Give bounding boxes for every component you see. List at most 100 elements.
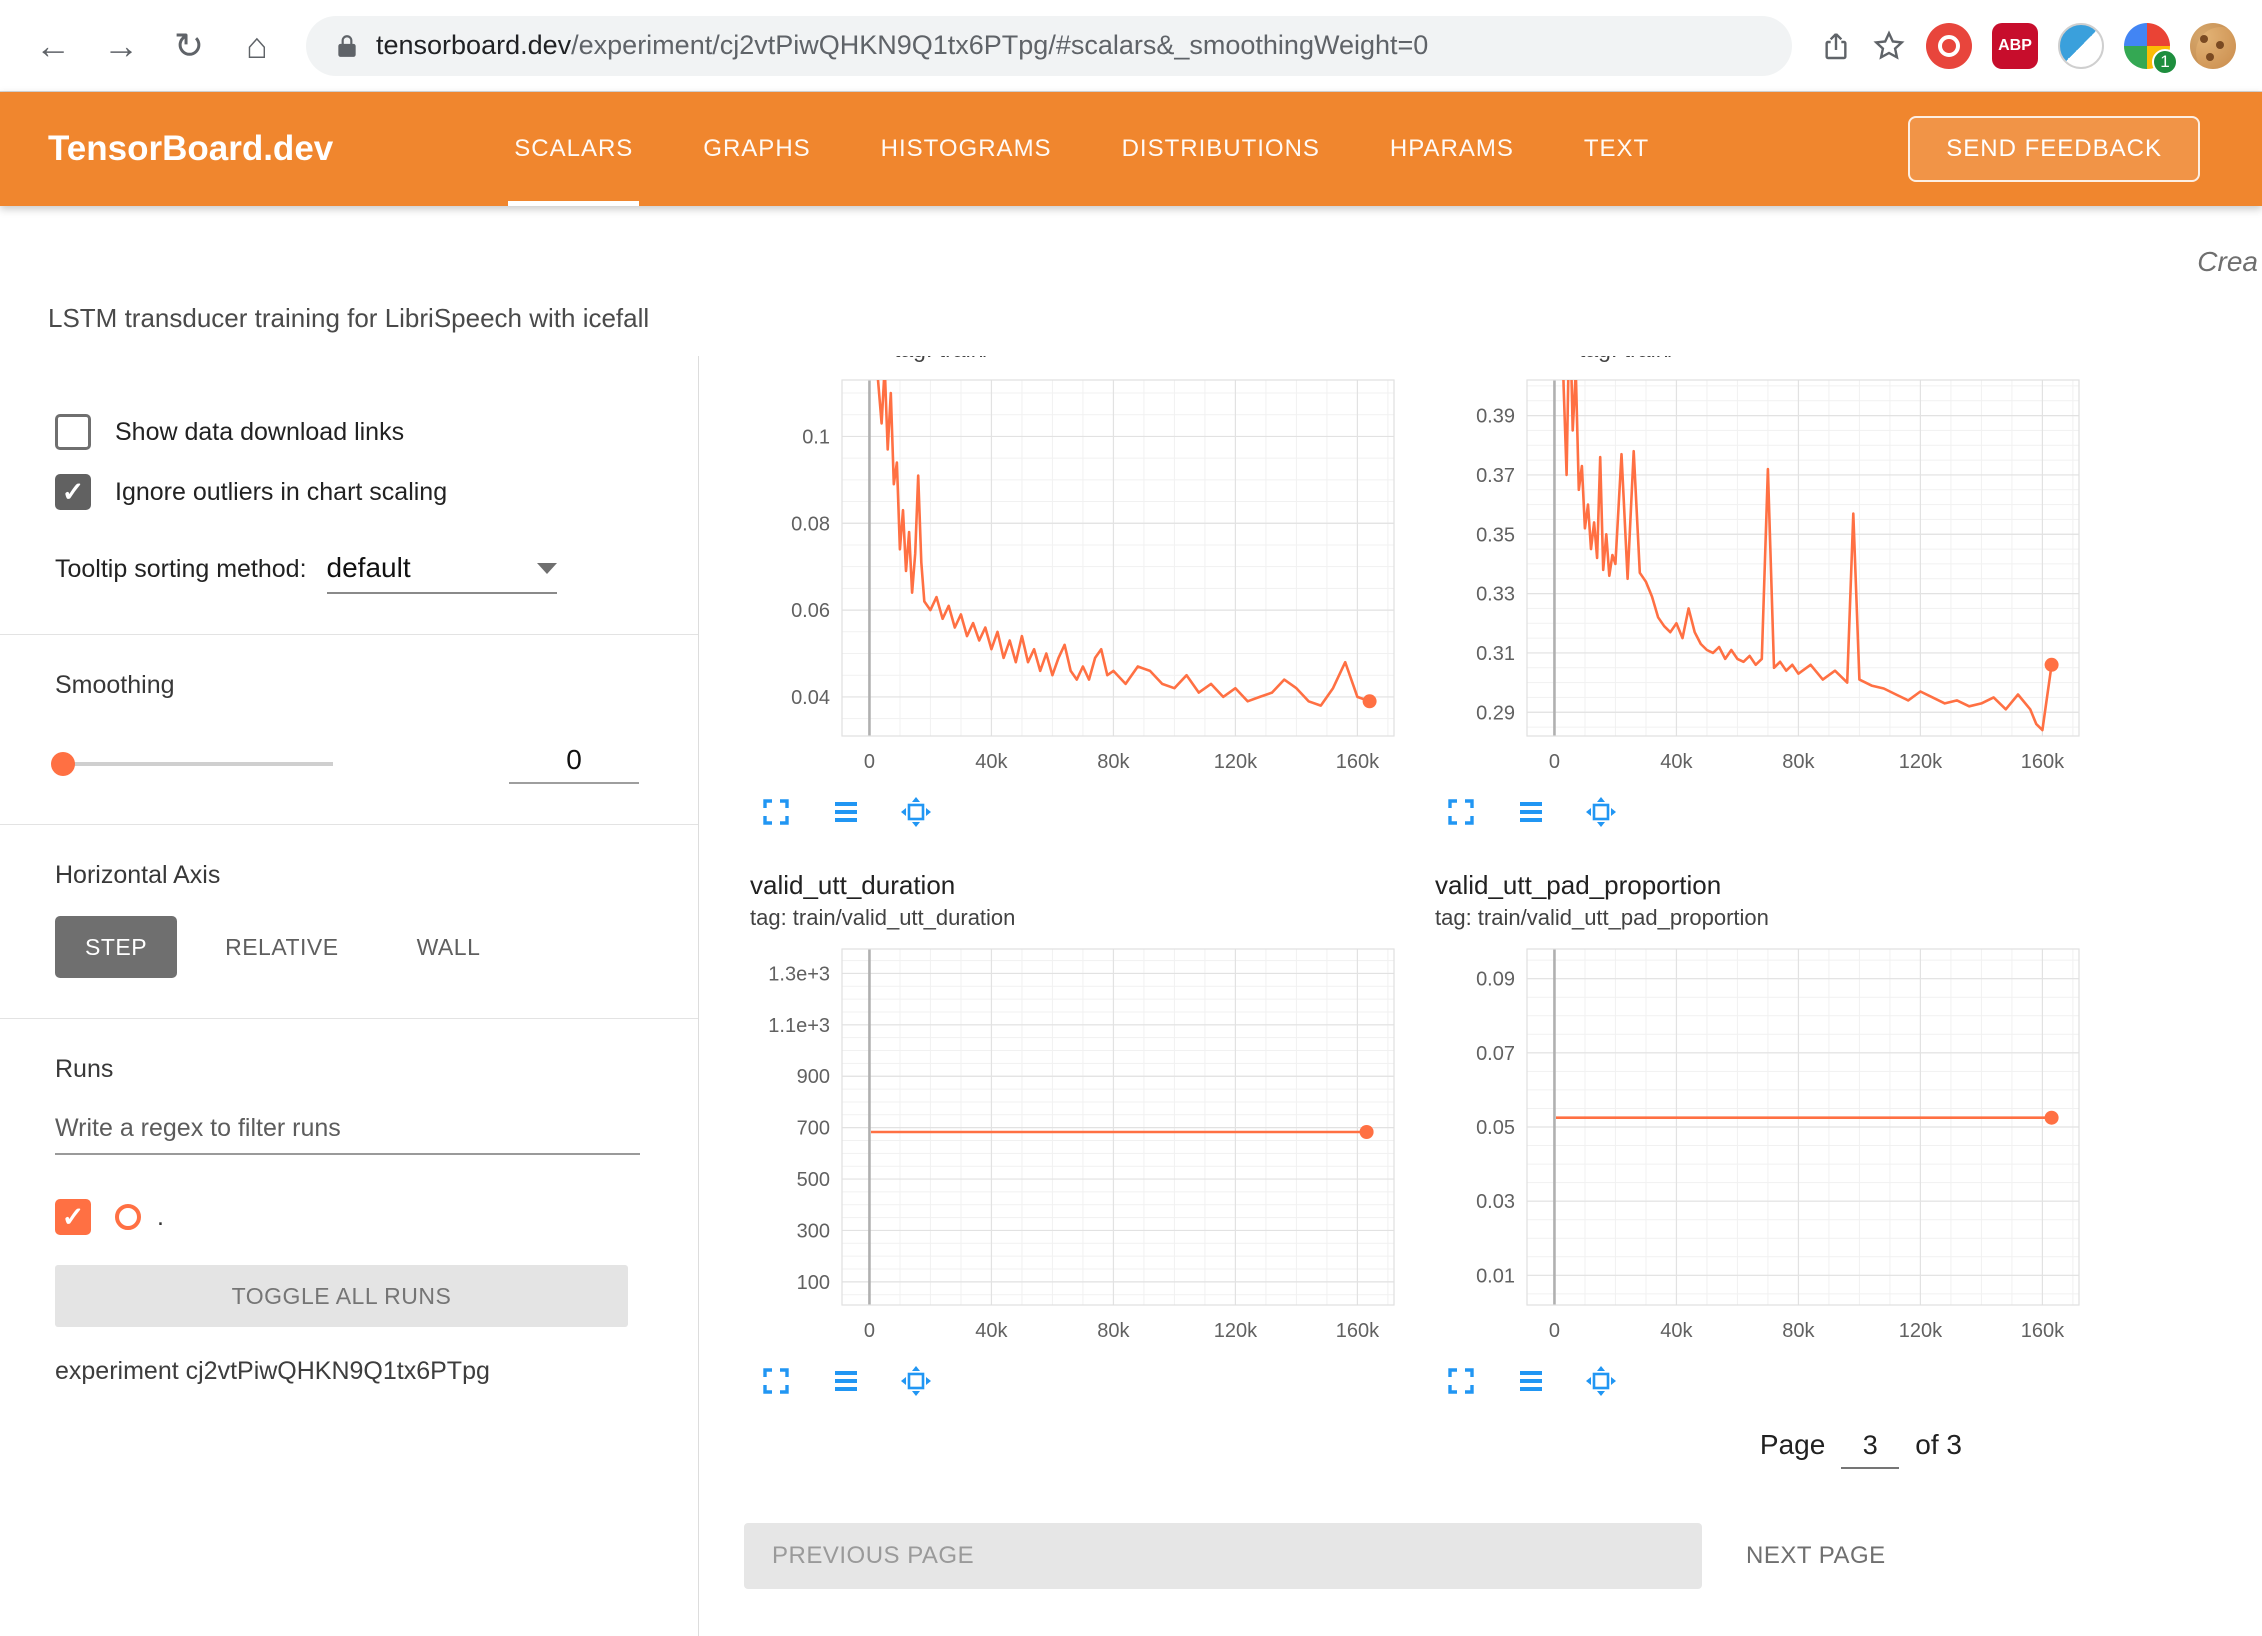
share-icon[interactable]: [1820, 30, 1852, 62]
svg-text:0.05: 0.05: [1476, 1117, 1515, 1139]
pagination: Page of 3: [744, 1429, 1962, 1469]
svg-text:80k: 80k: [1097, 1320, 1130, 1342]
page-label: Page: [1760, 1429, 1825, 1461]
scalar-chart[interactable]: 040k80k120k160k1003005007009001.1e+31.3e…: [744, 939, 1399, 1357]
smoothing-label: Smoothing: [55, 671, 698, 700]
forward-icon[interactable]: →: [94, 19, 148, 73]
divider: [0, 824, 698, 825]
cookie-extension-icon[interactable]: [2190, 23, 2236, 69]
svg-text:40k: 40k: [975, 1320, 1008, 1342]
fullscreen-icon[interactable]: [760, 1365, 792, 1397]
fullscreen-icon[interactable]: [1445, 796, 1477, 828]
send-feedback-button[interactable]: SEND FEEDBACK: [1908, 116, 2200, 182]
runs-menu-icon[interactable]: [830, 1365, 862, 1397]
svg-text:1.3e+3: 1.3e+3: [768, 963, 830, 985]
fullscreen-icon[interactable]: [760, 796, 792, 828]
fullscreen-icon[interactable]: [1445, 1365, 1477, 1397]
back-icon[interactable]: ←: [26, 19, 80, 73]
abp-extension-icon[interactable]: ABP: [1992, 23, 2038, 69]
chart-card-0: tag: train/ 040k80k120k160k0.040.060.080…: [744, 356, 1399, 832]
previous-page-button[interactable]: PREVIOUS PAGE: [744, 1523, 1702, 1589]
run-checkbox[interactable]: ✓: [55, 1199, 91, 1235]
tab-text[interactable]: TEXT: [1578, 92, 1655, 206]
svg-text:80k: 80k: [1782, 751, 1815, 773]
runs-label: Runs: [55, 1055, 698, 1084]
svg-text:0: 0: [864, 1320, 875, 1342]
svg-text:0.08: 0.08: [791, 513, 830, 535]
runs-menu-icon[interactable]: [830, 796, 862, 828]
fit-data-icon[interactable]: [900, 1365, 932, 1397]
svg-text:0.33: 0.33: [1476, 584, 1515, 606]
horizontal-axis-label: Horizontal Axis: [55, 861, 698, 890]
svg-text:0.29: 0.29: [1476, 702, 1515, 724]
bookmark-star-icon[interactable]: [1872, 29, 1906, 63]
app-logo[interactable]: TensorBoard.dev: [48, 92, 333, 206]
url-text: tensorboard.dev/experiment/cj2vtPiwQHKN9…: [376, 30, 1428, 61]
lock-icon: [334, 31, 360, 61]
next-page-button[interactable]: NEXT PAGE: [1746, 1542, 1886, 1570]
fit-data-icon[interactable]: [1585, 1365, 1617, 1397]
chevron-down-icon: [537, 563, 557, 574]
svg-text:0.1: 0.1: [802, 426, 830, 448]
smoothing-value-input[interactable]: [509, 744, 639, 784]
svg-text:40k: 40k: [975, 751, 1008, 773]
svg-text:160k: 160k: [2021, 1320, 2065, 1342]
svg-text:900: 900: [797, 1066, 830, 1088]
svg-text:160k: 160k: [1336, 751, 1380, 773]
scalar-chart[interactable]: 040k80k120k160k0.010.030.050.070.09: [1429, 939, 2084, 1357]
profile-avatar[interactable]: 1: [2124, 23, 2170, 69]
svg-text:0.37: 0.37: [1476, 465, 1515, 487]
show-download-links-row[interactable]: Show data download links: [55, 414, 698, 450]
runs-menu-icon[interactable]: [1515, 1365, 1547, 1397]
divider: [0, 634, 698, 635]
svg-text:1.1e+3: 1.1e+3: [768, 1015, 830, 1037]
svg-text:0.31: 0.31: [1476, 643, 1515, 665]
ignore-outliers-label: Ignore outliers in chart scaling: [115, 478, 447, 507]
toggle-all-runs-button[interactable]: TOGGLE ALL RUNS: [55, 1265, 628, 1327]
checkbox-checked-icon[interactable]: ✓: [55, 474, 91, 510]
tab-distributions[interactable]: DISTRIBUTIONS: [1116, 92, 1326, 206]
tab-hparams[interactable]: HPARAMS: [1384, 92, 1520, 206]
adblock-extension-icon[interactable]: [1926, 23, 1972, 69]
svg-text:0.01: 0.01: [1476, 1265, 1515, 1287]
page-number-input[interactable]: [1841, 1430, 1899, 1469]
ignore-outliers-row[interactable]: ✓ Ignore outliers in chart scaling: [55, 474, 698, 510]
scalar-chart[interactable]: 040k80k120k160k0.290.310.330.350.370.39: [1429, 370, 2084, 788]
scalar-chart[interactable]: 040k80k120k160k0.040.060.080.1: [744, 370, 1399, 788]
tab-graphs[interactable]: GRAPHS: [697, 92, 816, 206]
run-row[interactable]: ✓ .: [55, 1199, 698, 1235]
tab-histograms[interactable]: HISTOGRAMS: [875, 92, 1058, 206]
tab-scalars[interactable]: SCALARS: [508, 92, 639, 206]
svg-text:160k: 160k: [1336, 1320, 1380, 1342]
chart-card-3: valid_utt_pad_proportion tag: train/vali…: [1429, 866, 2084, 1401]
fit-data-icon[interactable]: [1585, 796, 1617, 828]
reload-icon[interactable]: ↻: [162, 19, 216, 73]
svg-text:700: 700: [797, 1118, 830, 1140]
svg-text:0: 0: [1549, 1320, 1560, 1342]
svg-text:160k: 160k: [2021, 751, 2065, 773]
tooltip-sorting-select[interactable]: default: [327, 552, 557, 594]
chart-tag: tag: train/valid_utt_duration: [750, 905, 1399, 931]
nav-tabs: SCALARS GRAPHS HISTOGRAMS DISTRIBUTIONS …: [508, 92, 1655, 206]
relative-button[interactable]: RELATIVE: [195, 916, 369, 978]
step-button[interactable]: STEP: [55, 916, 177, 978]
runs-filter-input[interactable]: [55, 1114, 640, 1155]
run-color-icon: [115, 1204, 141, 1230]
tooltip-sorting-label: Tooltip sorting method:: [55, 555, 307, 584]
home-icon[interactable]: ⌂: [230, 19, 284, 73]
subheader: Crea LSTM transducer training for LibriS…: [0, 206, 2262, 356]
fit-data-icon[interactable]: [900, 796, 932, 828]
extension-icon[interactable]: [2058, 23, 2104, 69]
runs-menu-icon[interactable]: [1515, 796, 1547, 828]
url-bar[interactable]: tensorboard.dev/experiment/cj2vtPiwQHKN9…: [306, 16, 1792, 76]
svg-text:0.03: 0.03: [1476, 1191, 1515, 1213]
svg-text:40k: 40k: [1660, 1320, 1693, 1342]
smoothing-slider[interactable]: [55, 762, 333, 766]
url-domain: tensorboard.dev: [376, 30, 571, 60]
wall-button[interactable]: WALL: [387, 916, 511, 978]
checkbox-unchecked-icon[interactable]: [55, 414, 91, 450]
svg-text:120k: 120k: [1899, 1320, 1943, 1342]
slider-thumb[interactable]: [51, 752, 75, 776]
svg-text:500: 500: [797, 1169, 830, 1191]
clipped-chart-tag: tag: train/: [744, 356, 1399, 370]
